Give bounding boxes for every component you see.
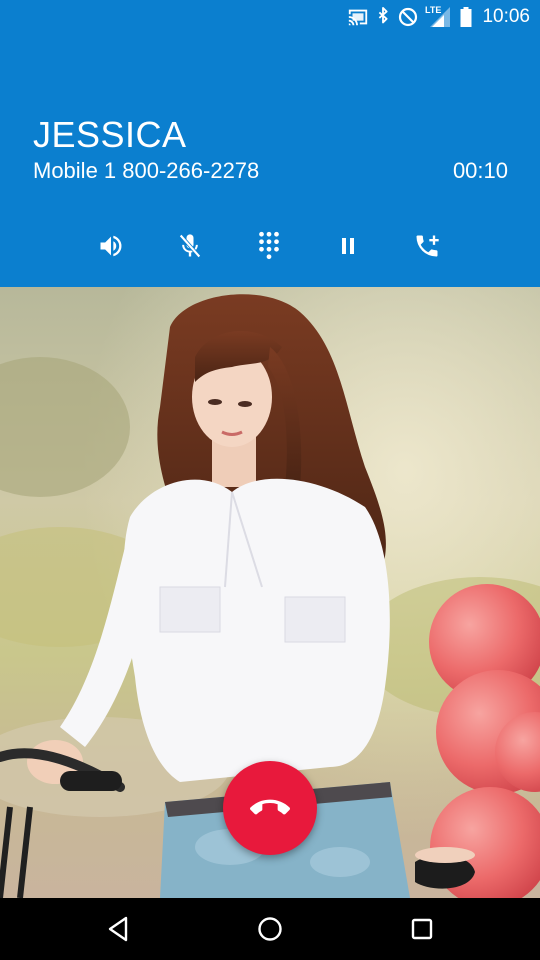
contact-name: JESSICA [33,114,187,155]
back-icon [108,916,128,942]
dialpad-icon [259,231,279,260]
end-call-button[interactable] [223,761,317,855]
battery-icon [460,7,472,27]
mute-icon [179,234,201,258]
add-call-icon [416,235,439,257]
end-call-icon [250,799,290,815]
back-button[interactable] [98,909,138,949]
recents-button[interactable] [402,909,442,949]
speaker-button[interactable] [89,224,133,268]
cast-icon [348,9,368,26]
hold-icon [342,238,354,254]
lte-signal-icon: LTE [424,5,450,27]
dialpad-button[interactable] [247,224,291,268]
call-duration: 00:10 [452,158,508,183]
status-bar: LTE 10:06 [0,0,540,34]
bluetooth-icon [378,7,388,24]
home-button[interactable] [250,909,290,949]
speaker-icon [100,235,122,257]
navigation-bar [0,898,540,960]
hold-button[interactable] [326,224,370,268]
lte-label: LTE [425,5,442,15]
home-icon [258,917,282,941]
recents-icon [411,918,433,940]
status-time: 10:06 [482,6,530,27]
in-call-screen: LTE 10:06 JESSICA Mobile 1 800-266-2278 … [0,0,540,960]
do-not-disturb-icon [398,7,418,27]
add-call-button[interactable] [405,224,449,268]
mute-button[interactable] [168,224,212,268]
call-info-panel: LTE 10:06 JESSICA Mobile 1 800-266-2278 … [0,0,540,287]
contact-number-line: Mobile 1 800-266-2278 [33,158,260,183]
